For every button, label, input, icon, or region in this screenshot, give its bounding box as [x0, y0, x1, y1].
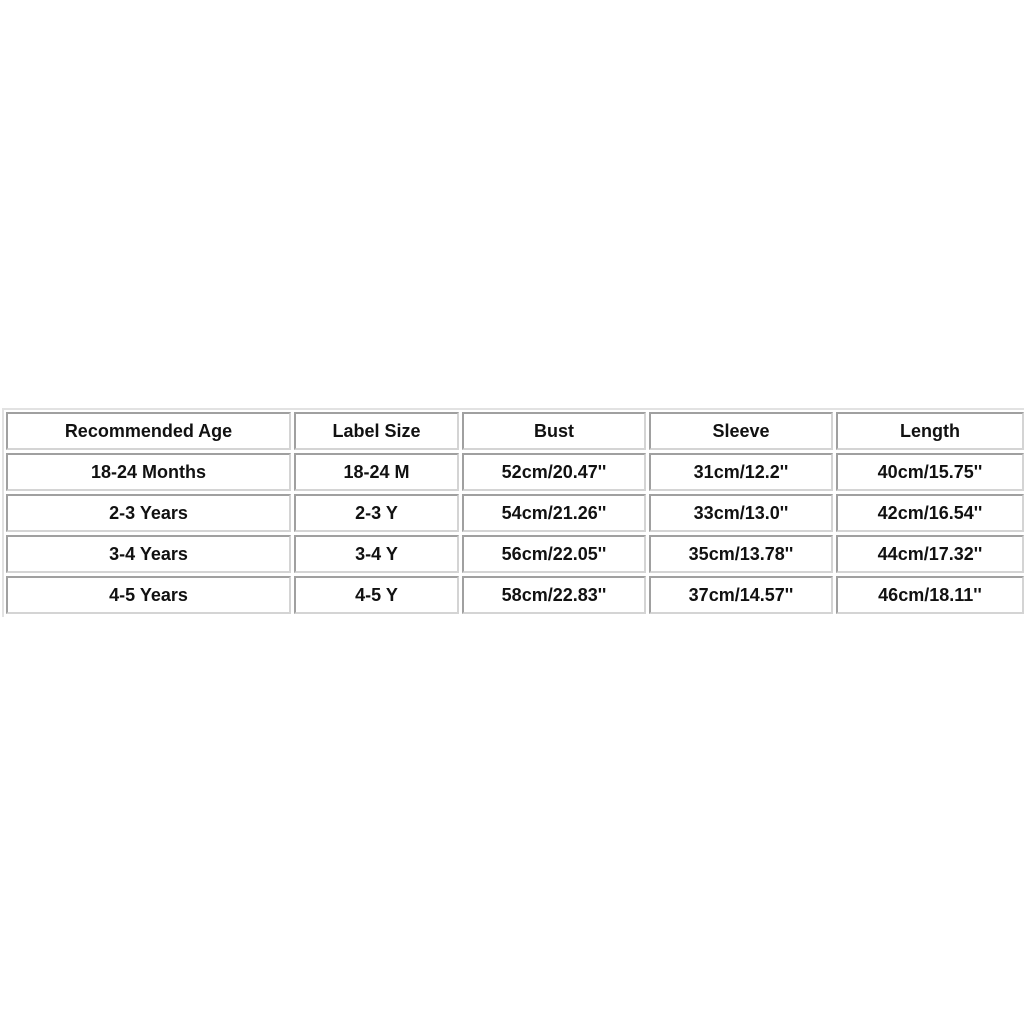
- cell-length: 40cm/15.75'': [836, 453, 1024, 491]
- cell-label-size: 3-4 Y: [294, 535, 459, 573]
- cell-length: 44cm/17.32'': [836, 535, 1024, 573]
- cell-label-size: 4-5 Y: [294, 576, 459, 614]
- cell-bust: 58cm/22.83'': [462, 576, 646, 614]
- cell-sleeve: 33cm/13.0'': [649, 494, 833, 532]
- cell-sleeve: 35cm/13.78'': [649, 535, 833, 573]
- cell-recommended-age: 18-24 Months: [6, 453, 291, 491]
- cell-recommended-age: 2-3 Years: [6, 494, 291, 532]
- header-bust: Bust: [462, 412, 646, 450]
- size-chart-table: Recommended Age Label Size Bust Sleeve L…: [3, 409, 1024, 617]
- cell-recommended-age: 4-5 Years: [6, 576, 291, 614]
- cell-bust: 52cm/20.47'': [462, 453, 646, 491]
- cell-label-size: 18-24 M: [294, 453, 459, 491]
- cell-sleeve: 37cm/14.57'': [649, 576, 833, 614]
- cell-recommended-age: 3-4 Years: [6, 535, 291, 573]
- header-label-size: Label Size: [294, 412, 459, 450]
- cell-length: 46cm/18.11'': [836, 576, 1024, 614]
- cell-label-size: 2-3 Y: [294, 494, 459, 532]
- table-row: 18-24 Months 18-24 M 52cm/20.47'' 31cm/1…: [6, 453, 1024, 491]
- table-row: 2-3 Years 2-3 Y 54cm/21.26'' 33cm/13.0''…: [6, 494, 1024, 532]
- header-recommended-age: Recommended Age: [6, 412, 291, 450]
- header-length: Length: [836, 412, 1024, 450]
- header-row: Recommended Age Label Size Bust Sleeve L…: [6, 412, 1024, 450]
- cell-bust: 54cm/21.26'': [462, 494, 646, 532]
- header-sleeve: Sleeve: [649, 412, 833, 450]
- size-chart-container: Recommended Age Label Size Bust Sleeve L…: [2, 408, 1024, 617]
- table-row: 4-5 Years 4-5 Y 58cm/22.83'' 37cm/14.57'…: [6, 576, 1024, 614]
- table-row: 3-4 Years 3-4 Y 56cm/22.05'' 35cm/13.78'…: [6, 535, 1024, 573]
- cell-sleeve: 31cm/12.2'': [649, 453, 833, 491]
- cell-length: 42cm/16.54'': [836, 494, 1024, 532]
- cell-bust: 56cm/22.05'': [462, 535, 646, 573]
